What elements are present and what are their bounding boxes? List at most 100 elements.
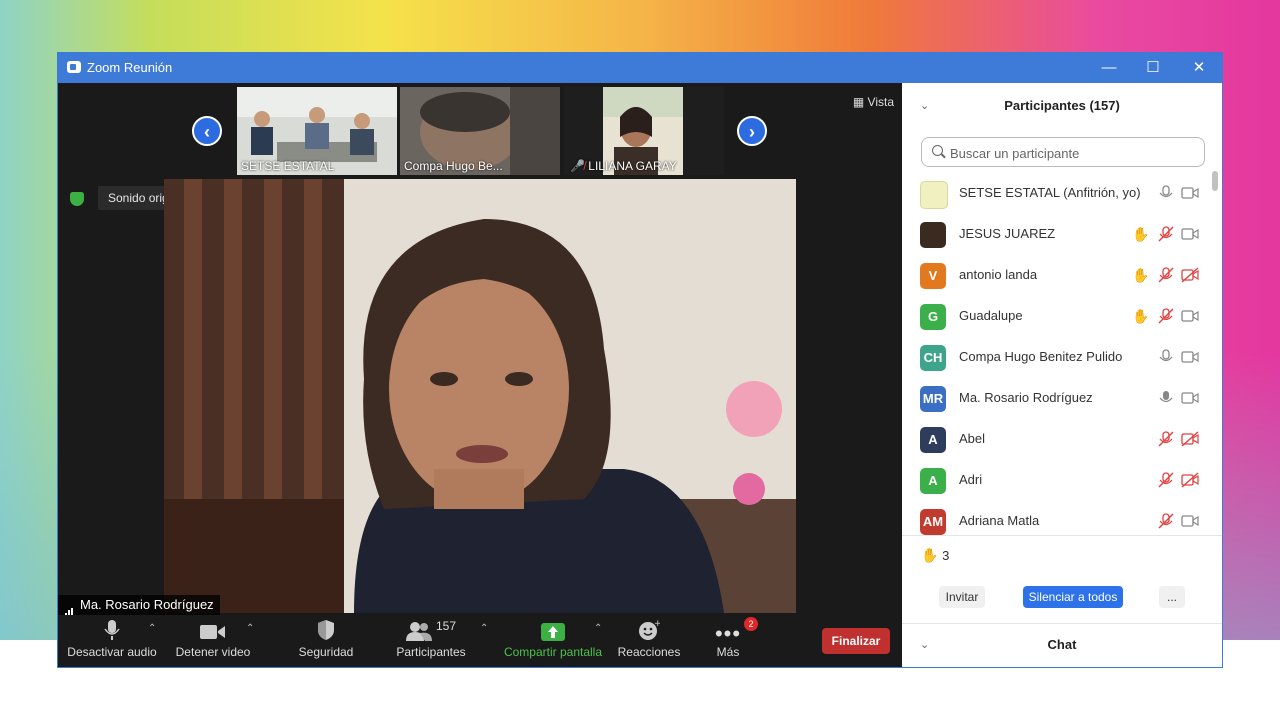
- participants-panel: ⌄ Participantes (157) SETSE ESTATAL (Anf…: [902, 83, 1222, 667]
- thumbnail-strip: ‹ SETSE ESTATAL Compa Hugo Be... 🎤̸ LILI…: [58, 83, 902, 179]
- window-title: Zoom Reunión: [87, 60, 173, 75]
- next-page-button[interactable]: ›: [737, 116, 767, 146]
- share-screen-button[interactable]: Compartir pantalla: [498, 615, 608, 667]
- participant-name: JESUS JUAREZ: [959, 226, 1056, 241]
- mute-button[interactable]: Desactivar audio: [62, 615, 162, 667]
- security-label: Seguridad: [298, 645, 354, 659]
- video-camera-icon[interactable]: [1181, 349, 1199, 365]
- muted-microphone-icon[interactable]: [1157, 513, 1175, 529]
- more-badge: 2: [744, 617, 758, 631]
- divider: [902, 535, 1222, 536]
- video-off-icon[interactable]: [1181, 472, 1199, 488]
- thumbnail-label-row: 🎤̸ LILIANA GARAY: [570, 159, 677, 173]
- avatar: [920, 222, 946, 248]
- participants-title: Participantes (157): [1004, 98, 1120, 113]
- participants-options-caret[interactable]: ⌃: [480, 623, 488, 634]
- participant-search-input[interactable]: [948, 142, 1202, 164]
- invite-button[interactable]: Invitar: [939, 586, 985, 608]
- thumbnail-label: SETSE ESTATAL: [241, 159, 335, 173]
- video-camera-icon[interactable]: [1181, 390, 1199, 406]
- participant-row[interactable]: AM Adriana Matla: [902, 501, 1212, 535]
- video-camera-icon[interactable]: [1181, 513, 1199, 529]
- chat-title: Chat: [1047, 637, 1077, 652]
- video-camera-icon[interactable]: [1181, 308, 1199, 324]
- meeting-toolbar: Desactivar audio ⌃ Detener video ⌃ Segur…: [58, 615, 902, 667]
- participant-row[interactable]: Vantonio landa ✋: [902, 255, 1212, 296]
- participants-count: 157: [435, 619, 457, 633]
- speaker-video-frame: [164, 179, 796, 613]
- minimize-button[interactable]: —: [1086, 53, 1132, 83]
- more-label: Más: [716, 645, 740, 659]
- participant-row[interactable]: MR Ma. Rosario Rodríguez: [902, 378, 1212, 419]
- participants-button[interactable]: 157 Participantes: [388, 615, 474, 667]
- zoom-window: Zoom Reunión — ☐ ✕ ‹ SETSE ESTATAL Compa…: [58, 53, 1222, 667]
- avatar: MR: [920, 386, 946, 412]
- participant-name: Adriana Matla: [959, 513, 1040, 528]
- security-button[interactable]: Seguridad: [288, 615, 364, 667]
- thumbnail-compa-hugo[interactable]: Compa Hugo Be...: [400, 87, 560, 175]
- participant-name: antonio landa: [959, 267, 1038, 282]
- thumbnail-label: LILIANA GARAY: [588, 159, 677, 173]
- participant-row[interactable]: SETSE ESTATAL (Anfitrión, yo): [902, 173, 1212, 214]
- muted-microphone-icon[interactable]: [1157, 431, 1175, 447]
- view-button[interactable]: ▦ Vista: [853, 95, 894, 109]
- thumbnail-liliana-garay[interactable]: 🎤̸ LILIANA GARAY: [564, 87, 724, 175]
- more-options-button[interactable]: ...: [1159, 586, 1185, 608]
- participant-row[interactable]: G Guadalupe ✋: [902, 296, 1212, 337]
- meeting-stage: ‹ SETSE ESTATAL Compa Hugo Be... 🎤̸ LILI…: [58, 83, 902, 667]
- mute-all-button[interactable]: Silenciar a todos: [1023, 586, 1123, 608]
- participant-row[interactable]: CH Compa Hugo Benitez Pulido: [902, 337, 1212, 378]
- muted-microphone-icon[interactable]: [1157, 226, 1175, 242]
- encryption-shield-icon[interactable]: [70, 192, 84, 206]
- end-meeting-button[interactable]: Finalizar: [822, 628, 890, 654]
- close-button[interactable]: ✕: [1176, 53, 1222, 83]
- more-button[interactable]: ••• Más 2: [698, 615, 758, 667]
- share-screen-icon: [498, 615, 608, 641]
- participant-search[interactable]: [921, 137, 1205, 167]
- active-speaker-video: [164, 179, 796, 613]
- title-bar: Zoom Reunión — ☐ ✕: [58, 53, 1222, 83]
- muted-microphone-icon[interactable]: [1157, 472, 1175, 488]
- share-options-caret[interactable]: ⌃: [594, 623, 602, 634]
- participant-list: SETSE ESTATAL (Anfitrión, yo) JESUS JUARE…: [902, 173, 1222, 535]
- share-screen-label: Compartir pantalla: [503, 645, 603, 659]
- smiley-icon: +: [614, 615, 684, 641]
- muted-microphone-icon[interactable]: [1157, 267, 1175, 283]
- video-camera-icon[interactable]: [1181, 226, 1199, 242]
- participant-row[interactable]: A Adri: [902, 460, 1212, 501]
- participant-list-scrollbar[interactable]: [1212, 171, 1218, 191]
- thumbnail-label: Compa Hugo Be...: [404, 159, 503, 173]
- video-options-caret[interactable]: ⌃: [246, 623, 254, 634]
- participants-icon: 157: [388, 615, 474, 641]
- previous-page-button[interactable]: ‹: [192, 116, 222, 146]
- stop-video-button[interactable]: Detener video: [170, 615, 256, 667]
- microphone-icon[interactable]: [1157, 185, 1175, 201]
- avatar: V: [920, 263, 946, 289]
- reactions-button[interactable]: + Reacciones: [614, 615, 684, 667]
- participants-header: ⌄ Participantes (157): [902, 83, 1222, 127]
- view-button-label: Vista: [867, 95, 894, 109]
- audio-options-caret[interactable]: ⌃: [148, 623, 156, 634]
- thumbnail-setse[interactable]: SETSE ESTATAL: [237, 87, 397, 175]
- stop-video-label: Detener video: [175, 645, 251, 659]
- video-camera-icon[interactable]: [1181, 185, 1199, 201]
- avatar: CH: [920, 345, 946, 371]
- video-camera-icon: [170, 615, 256, 641]
- participant-name: Adri: [959, 472, 983, 487]
- zoom-app-icon: [67, 61, 81, 73]
- search-icon: [932, 145, 943, 156]
- microphone-icon[interactable]: [1157, 390, 1175, 406]
- microphone-icon[interactable]: [1157, 349, 1175, 365]
- shield-icon: [288, 615, 364, 641]
- maximize-button[interactable]: ☐: [1130, 53, 1176, 83]
- video-off-icon[interactable]: [1181, 431, 1199, 447]
- muted-microphone-icon[interactable]: [1157, 308, 1175, 324]
- grid-icon: ▦: [852, 95, 865, 109]
- participant-row[interactable]: JESUS JUAREZ ✋: [902, 214, 1212, 255]
- svg-text:+: +: [654, 619, 660, 629]
- participant-row[interactable]: A Abel: [902, 419, 1212, 460]
- participant-name: Ma. Rosario Rodríguez: [959, 390, 1093, 405]
- video-off-icon[interactable]: [1181, 267, 1199, 283]
- participant-name: SETSE ESTATAL (Anfitrión, yo): [959, 185, 1141, 200]
- muted-mic-icon: 🎤̸: [570, 159, 585, 173]
